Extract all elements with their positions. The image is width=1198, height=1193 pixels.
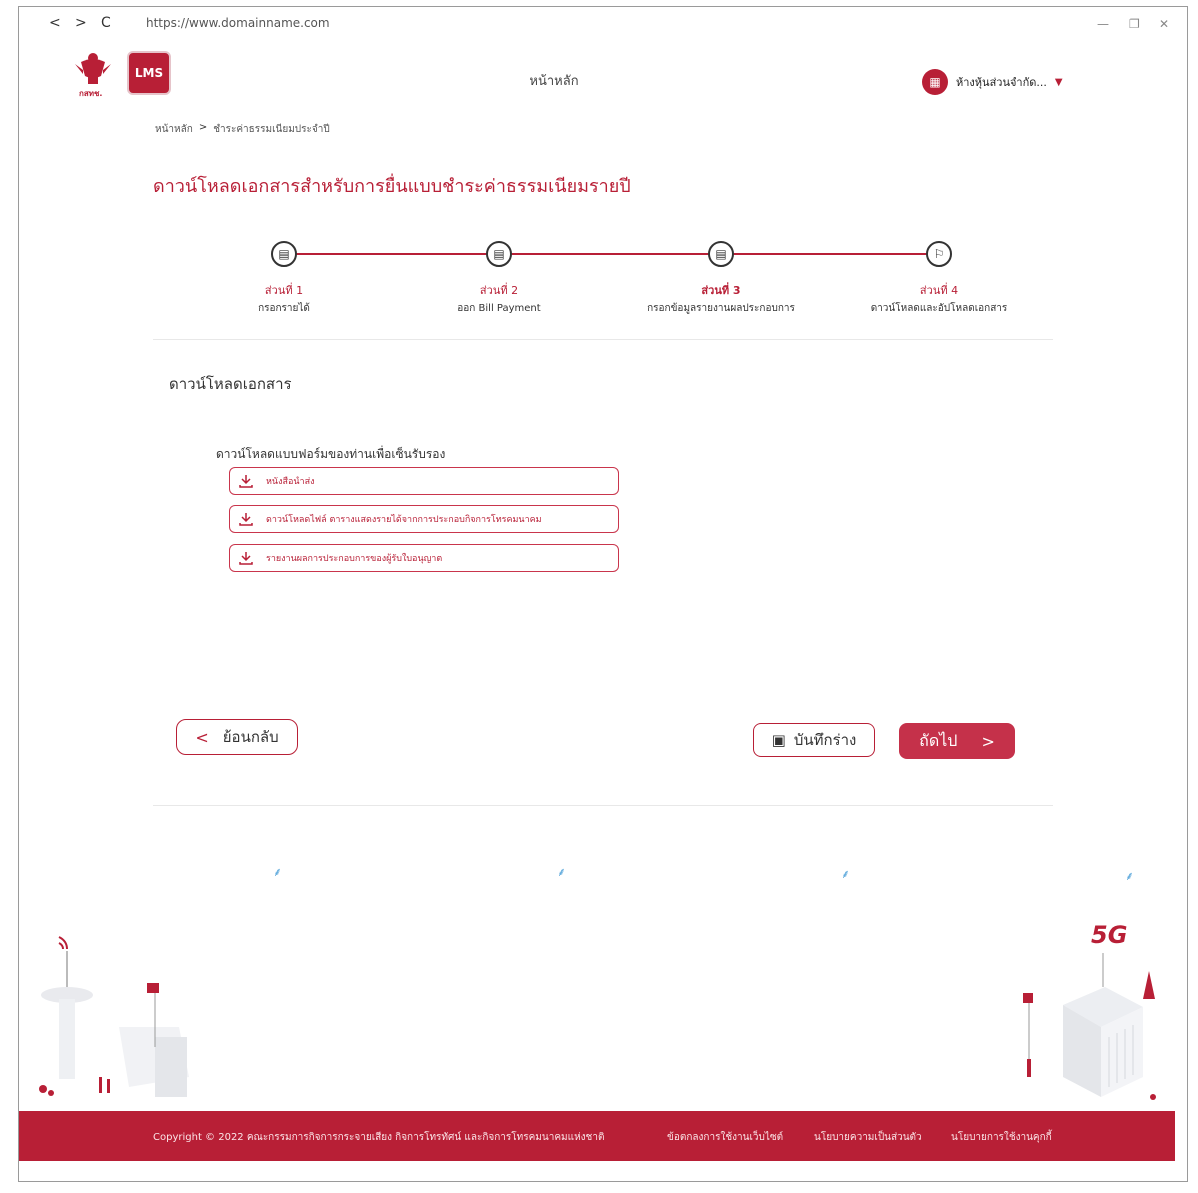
building-icon: ▦ [922,69,948,95]
city-illustration-right [1023,953,1156,1100]
breadcrumb-separator: > [198,122,208,133]
download-revenue-table[interactable]: ดาวน์โหลดไฟล์ ตารางแสดงรายได้จากการประกอ… [229,505,619,533]
download-icon [239,475,253,488]
bird-icon: ⸙ [841,867,851,881]
next-button-label: ถัดไป [919,730,958,750]
restore-icon[interactable]: ❐ [1129,17,1140,31]
back-nav-icon[interactable]: < [49,15,61,31]
reload-icon[interactable]: C [101,15,111,31]
step-4: ⚐ ส่วนที่ 4 ดาวน์โหลดและอัปโหลดเอกสาร [839,235,1039,316]
bird-icon: ⸙ [273,865,283,879]
user-menu[interactable]: ▦ ห้างหุ้นส่วนจำกัด... ▼ [922,69,1063,95]
chevron-right-icon: > [981,731,995,751]
flag-icon: ⚐ [926,241,952,267]
address-bar[interactable]: https://www.domainname.com [146,16,330,30]
step-3: ▤ ส่วนที่ 3 กรอกข้อมูลรายงานผลประกอบการ [621,235,821,316]
browser-window: < > C https://www.domainname.com — ❐ ✕ ก… [18,6,1188,1182]
download-label: ดาวน์โหลดไฟล์ ตารางแสดงรายได้จากการประกอ… [266,515,542,525]
document-icon: ▤ [271,241,297,267]
download-label: หนังสือนำส่ง [266,477,315,487]
step-desc: ดาวน์โหลดและอัปโหลดเอกสาร [870,303,1008,314]
step-title: ส่วนที่ 3 [701,284,741,297]
bird-icon: ⸙ [557,865,567,879]
forward-nav-icon[interactable]: > [75,15,87,31]
download-icon [239,513,253,526]
section-title: ดาวน์โหลดเอกสาร [169,375,292,393]
progress-stepper: ▤ ส่วนที่ 1 กรอกรายได้ ▤ ส่วนที่ 2 ออก B… [149,235,1049,325]
divider [153,805,1053,806]
step-2: ▤ ส่วนที่ 2 ออก Bill Payment [399,235,599,316]
footer-terms-link[interactable]: ข้อตกลงการใช้งานเว็บไซต์ [667,1130,783,1145]
save-draft-label: บันทึกร่าง [793,731,857,749]
divider [153,339,1053,340]
step-title: ส่วนที่ 2 [479,284,519,297]
step-desc: ออก Bill Payment [457,303,541,314]
breadcrumb-current: ชำระค่าธรรมเนียมประจำปี [213,124,330,135]
save-icon: ▣ [771,731,786,749]
footer-privacy-link[interactable]: นโยบายความเป็นส่วนตัว [814,1130,922,1145]
footer-cookie-link[interactable]: นโยบายการใช้งานคุกกี้ [951,1130,1052,1145]
step-desc: กรอกข้อมูลรายงานผลประกอบการ [647,303,795,314]
bird-icon: ⸙ [1125,869,1135,883]
footer: Copyright © 2022 คณะกรรมการกิจการกระจายเ… [19,1111,1175,1161]
garuda-caption: กสทช. [79,89,103,98]
lms-logo: LMS [127,51,171,95]
download-cover-letter[interactable]: หนังสือนำส่ง [229,467,619,495]
browser-bar: < > C https://www.domainname.com — ❐ ✕ [19,7,1187,41]
document-icon: ▤ [708,241,734,267]
chevron-down-icon: ▼ [1054,76,1063,88]
back-button-label: ย้อนกลับ [222,728,279,746]
section-subtitle: ดาวน์โหลดแบบฟอร์มของท่านเพื่อเซ็นรับรอง [216,447,446,461]
back-button[interactable]: < ย้อนกลับ [176,719,298,755]
save-draft-button[interactable]: ▣ บันทึกร่าง [753,723,875,757]
download-operation-report[interactable]: รายงานผลการประกอบการของผู้รับใบอนุญาต [229,544,619,572]
header-title[interactable]: หน้าหลัก [509,70,599,91]
step-title: ส่วนที่ 1 [264,284,304,297]
close-icon[interactable]: ✕ [1159,17,1169,31]
download-icon [239,552,253,565]
breadcrumb: หน้าหลัก > ชำระค่าธรรมเนียมประจำปี [155,122,330,137]
step-1: ▤ ส่วนที่ 1 กรอกรายได้ [184,235,384,316]
minimize-icon[interactable]: — [1097,17,1109,31]
page-title: ดาวน์โหลดเอกสารสำหรับการยื่นแบบชำระค่าธร… [153,176,631,197]
chevron-left-icon: < [195,727,209,747]
download-label: รายงานผลการประกอบการของผู้รับใบอนุญาต [266,554,443,564]
step-title: ส่วนที่ 4 [919,284,959,297]
next-button[interactable]: ถัดไป > [899,723,1015,759]
fiveg-label: 5G [1091,921,1128,949]
city-illustration-left [39,936,189,1097]
footer-copyright: Copyright © 2022 คณะกรรมการกิจการกระจายเ… [153,1132,605,1143]
user-name: ห้างหุ้นส่วนจำกัด... [956,76,1047,89]
document-icon: ▤ [486,241,512,267]
step-desc: กรอกรายได้ [258,303,310,314]
breadcrumb-home[interactable]: หน้าหลัก [155,122,193,137]
